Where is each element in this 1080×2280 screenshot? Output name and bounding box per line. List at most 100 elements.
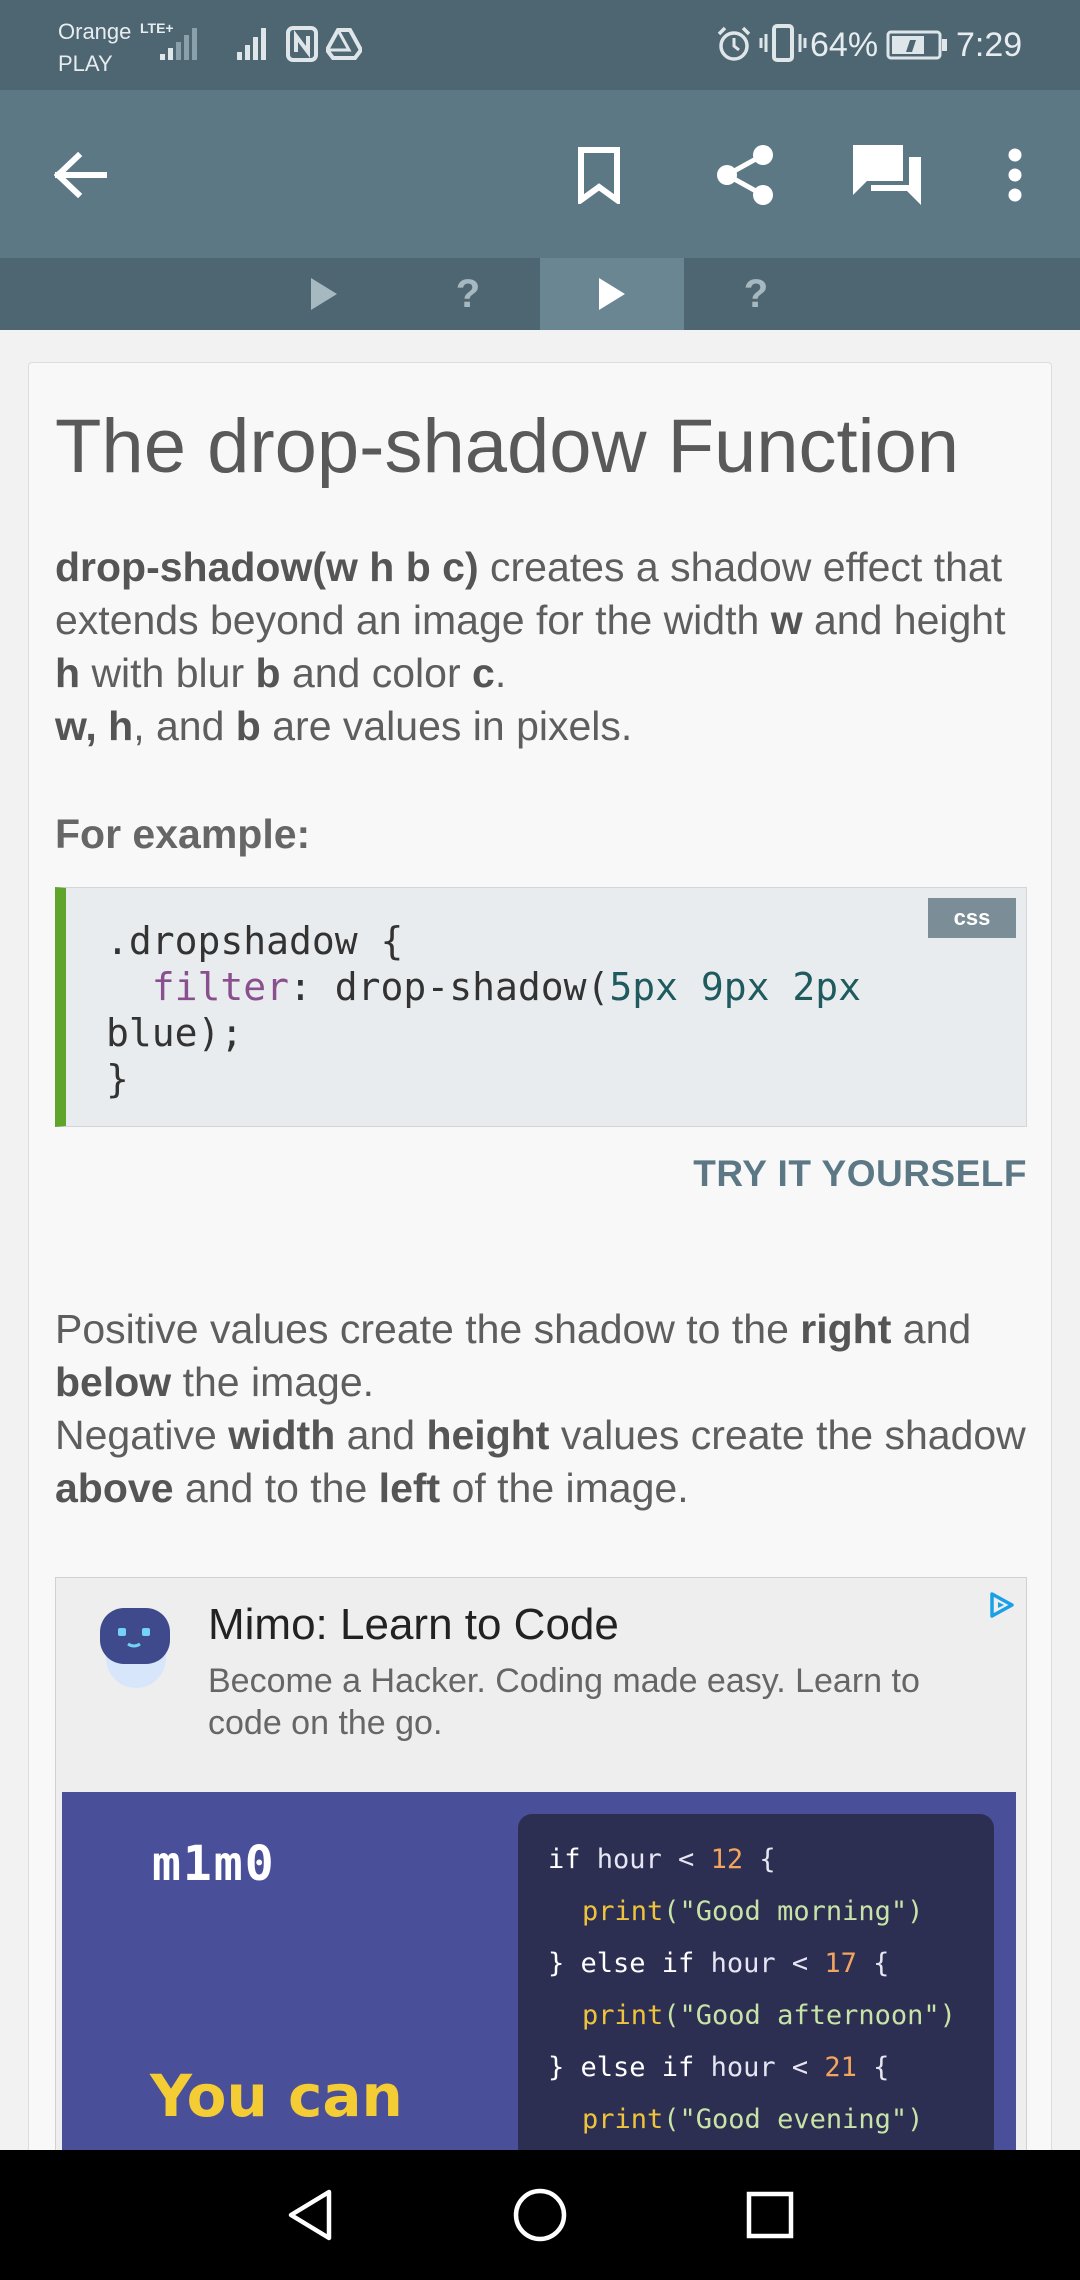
code-keyword: } else if bbox=[548, 2052, 695, 2083]
carrier-line-2: PLAY bbox=[58, 51, 113, 76]
code-token: hour < bbox=[694, 1948, 825, 1979]
for-example-label: For example: bbox=[55, 811, 311, 857]
explanation-text: Positive values create the shadow to the bbox=[55, 1306, 801, 1352]
code-line: .dropshadow { bbox=[106, 919, 404, 963]
code-string: ("Good morning") bbox=[663, 1896, 924, 1927]
ad-brand-logo: m1m0 bbox=[152, 1836, 276, 1892]
ad-title[interactable]: Mimo: Learn to Code bbox=[208, 1600, 619, 1650]
comments-button[interactable] bbox=[842, 130, 932, 220]
lesson-content-card: The drop-shadow Function drop-shadow(w h… bbox=[28, 362, 1052, 2280]
lesson-tab-2[interactable]: ? bbox=[396, 258, 540, 330]
explanation-text: Negative bbox=[55, 1412, 229, 1458]
more-options-button[interactable] bbox=[970, 130, 1060, 220]
more-vert-icon bbox=[1008, 148, 1022, 202]
explanation-paragraph: Positive values create the shadow to the… bbox=[55, 1303, 1035, 1515]
ad-choices-icon[interactable] bbox=[986, 1590, 1016, 1620]
nav-back-icon bbox=[288, 2189, 332, 2241]
share-button[interactable] bbox=[700, 130, 790, 220]
ad-code-line: } else if hour < 21 { bbox=[548, 2052, 889, 2083]
play-icon bbox=[599, 278, 625, 310]
ad-code-line: print("Good morning") bbox=[582, 1896, 923, 1927]
keyword-height: height bbox=[426, 1412, 550, 1458]
back-arrow-icon bbox=[54, 152, 107, 198]
alarm-icon bbox=[717, 26, 751, 61]
param-c: c bbox=[472, 650, 495, 696]
code-keyword: if bbox=[548, 1844, 581, 1875]
code-function: print bbox=[582, 1896, 664, 1927]
keyword-above: above bbox=[55, 1465, 174, 1511]
signal-strength-2-icon bbox=[237, 28, 266, 60]
code-line: } bbox=[106, 1057, 129, 1101]
bookmark-button[interactable] bbox=[554, 130, 644, 220]
function-signature: drop-shadow(w h b c) bbox=[55, 544, 479, 590]
play-icon bbox=[311, 278, 337, 310]
code-keyword: } else if bbox=[548, 1948, 695, 1979]
drive-icon bbox=[326, 28, 362, 60]
code-string: ("Good evening") bbox=[663, 2104, 924, 2135]
app-bar bbox=[0, 90, 1080, 258]
ad-code-line: print("Good evening") bbox=[582, 2104, 923, 2135]
ad-code-line: if hour < 12 { bbox=[548, 1844, 776, 1875]
intro-paragraph: drop-shadow(w h b c) creates a shadow ef… bbox=[55, 541, 1035, 753]
explanation-text: and to the bbox=[173, 1465, 379, 1511]
keyword-below: below bbox=[55, 1359, 172, 1405]
system-nav-bar bbox=[0, 2150, 1080, 2280]
carrier-line-1: Orange bbox=[58, 19, 132, 44]
lesson-tab-3-active[interactable] bbox=[540, 258, 684, 330]
try-it-yourself-button[interactable]: TRY IT YOURSELF bbox=[693, 1153, 1027, 1195]
signal-strength-icon bbox=[160, 28, 197, 60]
code-line: blue); bbox=[106, 1011, 244, 1055]
battery-percent: 64% bbox=[810, 26, 879, 64]
intro-text: , and bbox=[133, 703, 236, 749]
ad-code-line: } else if hour < 17 { bbox=[548, 1948, 889, 1979]
lesson-tab-1[interactable] bbox=[252, 258, 396, 330]
keyword-left: left bbox=[378, 1465, 441, 1511]
comments-icon bbox=[853, 145, 921, 205]
explanation-text: and bbox=[335, 1412, 427, 1458]
ad-code-line: print("Good afternoon") bbox=[582, 2000, 956, 2031]
code-token: hour < bbox=[694, 2052, 825, 2083]
code-string: ("Good afternoon") bbox=[663, 2000, 956, 2031]
keyword-right: right bbox=[800, 1306, 892, 1352]
param-w: w bbox=[770, 597, 803, 643]
code-number: 5px 9px 2px bbox=[609, 965, 862, 1009]
code-token: { bbox=[743, 1844, 776, 1875]
nav-recents-button[interactable] bbox=[730, 2180, 810, 2250]
quiz-icon: ? bbox=[743, 271, 769, 316]
code-text: .dropshadow { filter: drop-shadow(5px 9p… bbox=[106, 918, 861, 1102]
ad-description: Become a Hacker. Coding made easy. Learn… bbox=[208, 1662, 920, 1742]
code-token: { bbox=[856, 1948, 890, 1979]
param-list: w, h bbox=[55, 703, 134, 749]
code-function: print bbox=[582, 2104, 664, 2135]
back-button[interactable] bbox=[36, 130, 126, 220]
carrier-name: Orange PLAY bbox=[58, 16, 131, 80]
code-property: filter bbox=[151, 965, 290, 1009]
nav-home-button[interactable] bbox=[500, 2180, 580, 2250]
vibrate-icon bbox=[759, 24, 807, 62]
status-bar: Orange PLAY LTE+ 64% 7:29 bbox=[0, 0, 1080, 90]
share-icon bbox=[717, 145, 773, 205]
explanation-text: values create the shadow bbox=[549, 1412, 1026, 1458]
lesson-title: The drop-shadow Function bbox=[55, 404, 960, 489]
nav-home-icon bbox=[513, 2188, 567, 2242]
code-number: 17 bbox=[824, 1948, 857, 1979]
quiz-icon: ? bbox=[455, 271, 481, 316]
code-number: 21 bbox=[824, 2052, 857, 2083]
mimo-logo-icon bbox=[100, 1608, 170, 1688]
lesson-tab-4[interactable]: ? bbox=[684, 258, 828, 330]
battery-icon bbox=[886, 30, 947, 60]
intro-text: and height bbox=[802, 597, 1006, 643]
nav-back-button[interactable] bbox=[270, 2180, 350, 2250]
code-token: { bbox=[856, 2052, 890, 2083]
code-token: : drop-shadow( bbox=[289, 965, 610, 1009]
intro-text: . bbox=[494, 650, 507, 696]
code-number: 12 bbox=[710, 1844, 744, 1875]
explanation-text: and bbox=[891, 1306, 972, 1352]
bookmark-icon bbox=[578, 147, 620, 204]
intro-text: and color bbox=[280, 650, 472, 696]
code-block: css .dropshadow { filter: drop-shadow(5p… bbox=[55, 887, 1027, 1127]
code-function: print bbox=[582, 2000, 664, 2031]
lesson-progress-tabs: ? ? bbox=[0, 258, 1080, 330]
status-time: 7:29 bbox=[956, 26, 1023, 64]
keyword-width: width bbox=[228, 1412, 336, 1458]
